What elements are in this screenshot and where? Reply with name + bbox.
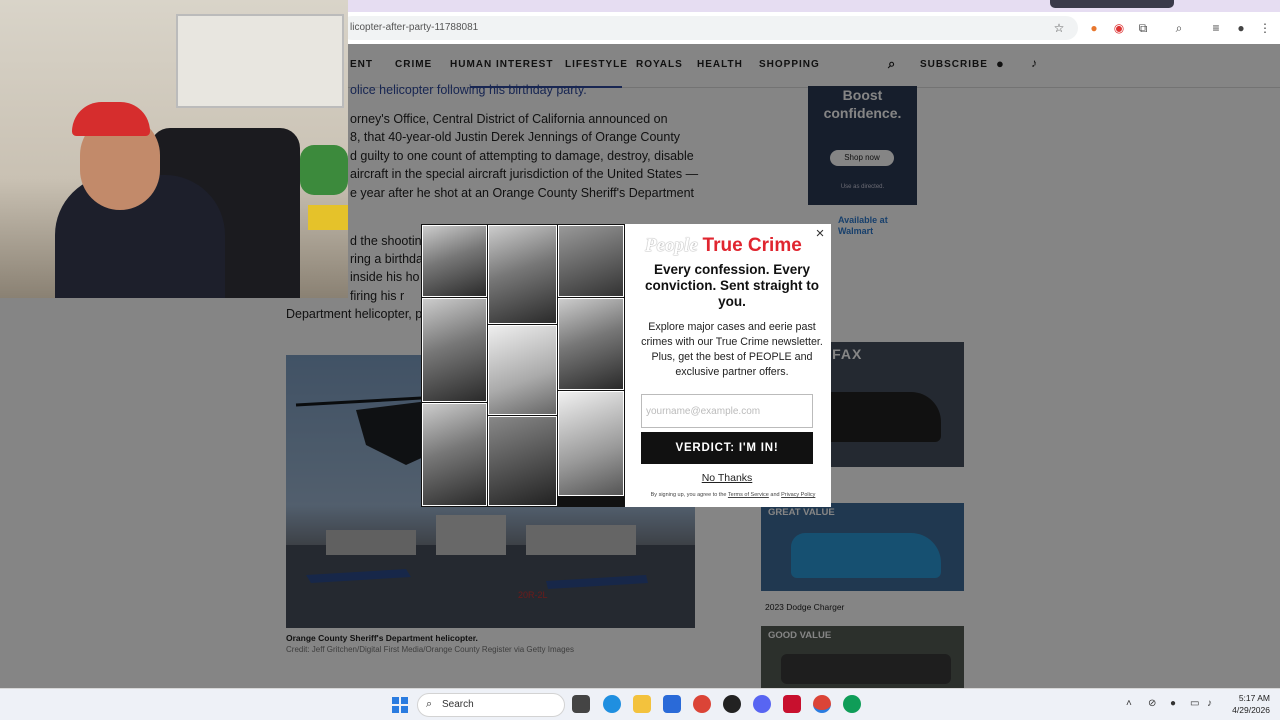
modal-content: × People True Crime Every confession. Ev… xyxy=(625,224,831,507)
media-icon[interactable]: ≡ xyxy=(1206,18,1226,38)
collage-photo xyxy=(488,225,557,324)
edge-icon[interactable] xyxy=(603,695,621,713)
chrome-profile-icon[interactable] xyxy=(843,695,861,713)
task-view-icon[interactable] xyxy=(572,695,590,713)
clock[interactable]: 5:17 AM 4/29/2026 xyxy=(1222,692,1270,716)
clock-time: 5:17 AM xyxy=(1238,693,1270,703)
address-bar[interactable]: licopter-after-party-11788081 xyxy=(340,16,1078,40)
puzzle-icon[interactable]: ⧉ xyxy=(1133,18,1153,38)
browser-tab[interactable] xyxy=(1050,0,1174,8)
discord-icon[interactable] xyxy=(753,695,771,713)
legal-and: and xyxy=(770,492,780,498)
subscribe-button[interactable]: VERDICT: I'M IN! xyxy=(641,432,813,464)
collage-photo xyxy=(558,391,624,496)
address-bar-url: licopter-after-party-11788081 xyxy=(350,22,479,33)
chrome-icon[interactable] xyxy=(693,695,711,713)
volume-icon[interactable]: ♪ xyxy=(1207,698,1212,709)
collage-photo xyxy=(488,325,557,415)
photo-collage xyxy=(421,224,625,507)
close-icon[interactable]: × xyxy=(811,225,829,243)
modal-headline: Every confession. Every conviction. Sent… xyxy=(644,262,819,309)
no-thanks-link[interactable]: No Thanks xyxy=(641,472,813,484)
network-icon[interactable]: ⊘ xyxy=(1148,698,1156,709)
tab-search-icon[interactable]: ⌕ xyxy=(1169,18,1189,38)
webcam-overlay xyxy=(0,0,348,298)
collage-photo xyxy=(558,298,624,390)
chevron-up-icon[interactable]: ˄ xyxy=(1126,698,1132,709)
profile-avatar-icon[interactable]: ● xyxy=(1231,18,1251,38)
microphone-icon[interactable]: ● xyxy=(1170,698,1176,709)
screen: licopter-after-party-11788081 ☆ ● ◉ ⧉ ⌕ … xyxy=(0,0,1280,720)
collage-photo xyxy=(558,225,624,297)
newsletter-modal: × People True Crime Every confession. Ev… xyxy=(421,224,831,507)
taskbar-search-label: Search xyxy=(442,699,474,710)
adobe-icon[interactable] xyxy=(783,695,801,713)
logo-true-crime: True Crime xyxy=(702,235,802,256)
privacy-link[interactable]: Privacy Policy xyxy=(781,492,815,498)
clock-date: 4/29/2026 xyxy=(1232,705,1270,715)
logo-people: People xyxy=(645,235,698,256)
yellow-object xyxy=(308,205,348,230)
file-explorer-icon[interactable] xyxy=(633,695,651,713)
chrome-active-icon[interactable] xyxy=(813,695,831,713)
windows-start-icon[interactable] xyxy=(392,697,408,713)
obs-icon[interactable] xyxy=(723,695,741,713)
taskbar: ⌕ Search ˄ ⊘ ● ▭ ♪ 5:17 AM 4/29/2026 xyxy=(0,688,1280,720)
terms-link[interactable]: Terms of Service xyxy=(728,492,769,498)
search-icon: ⌕ xyxy=(426,698,433,710)
modal-blurb: Explore major cases and eerie past crime… xyxy=(641,321,823,378)
store-icon[interactable] xyxy=(663,695,681,713)
green-figure xyxy=(300,145,348,195)
collage-photo xyxy=(422,298,487,402)
display-icon[interactable]: ▭ xyxy=(1190,698,1199,709)
red-cap xyxy=(72,102,150,136)
taskbar-search[interactable]: ⌕ Search xyxy=(417,693,565,717)
window-blinds xyxy=(176,14,344,108)
extension-icon[interactable]: ● xyxy=(1084,18,1104,38)
legal-text: By signing up, you agree to the Terms of… xyxy=(635,492,831,498)
email-field[interactable] xyxy=(641,394,813,428)
extension-badge-icon[interactable]: ◉ xyxy=(1109,18,1129,38)
collage-photo xyxy=(422,225,487,297)
menu-dots-icon[interactable]: ⋮ xyxy=(1255,18,1275,38)
legal-prefix: By signing up, you agree to the xyxy=(650,492,727,498)
collage-photo xyxy=(422,403,487,506)
collage-photo xyxy=(488,416,557,506)
people-true-crime-logo: People True Crime xyxy=(645,235,802,257)
star-icon[interactable]: ☆ xyxy=(1049,18,1069,38)
